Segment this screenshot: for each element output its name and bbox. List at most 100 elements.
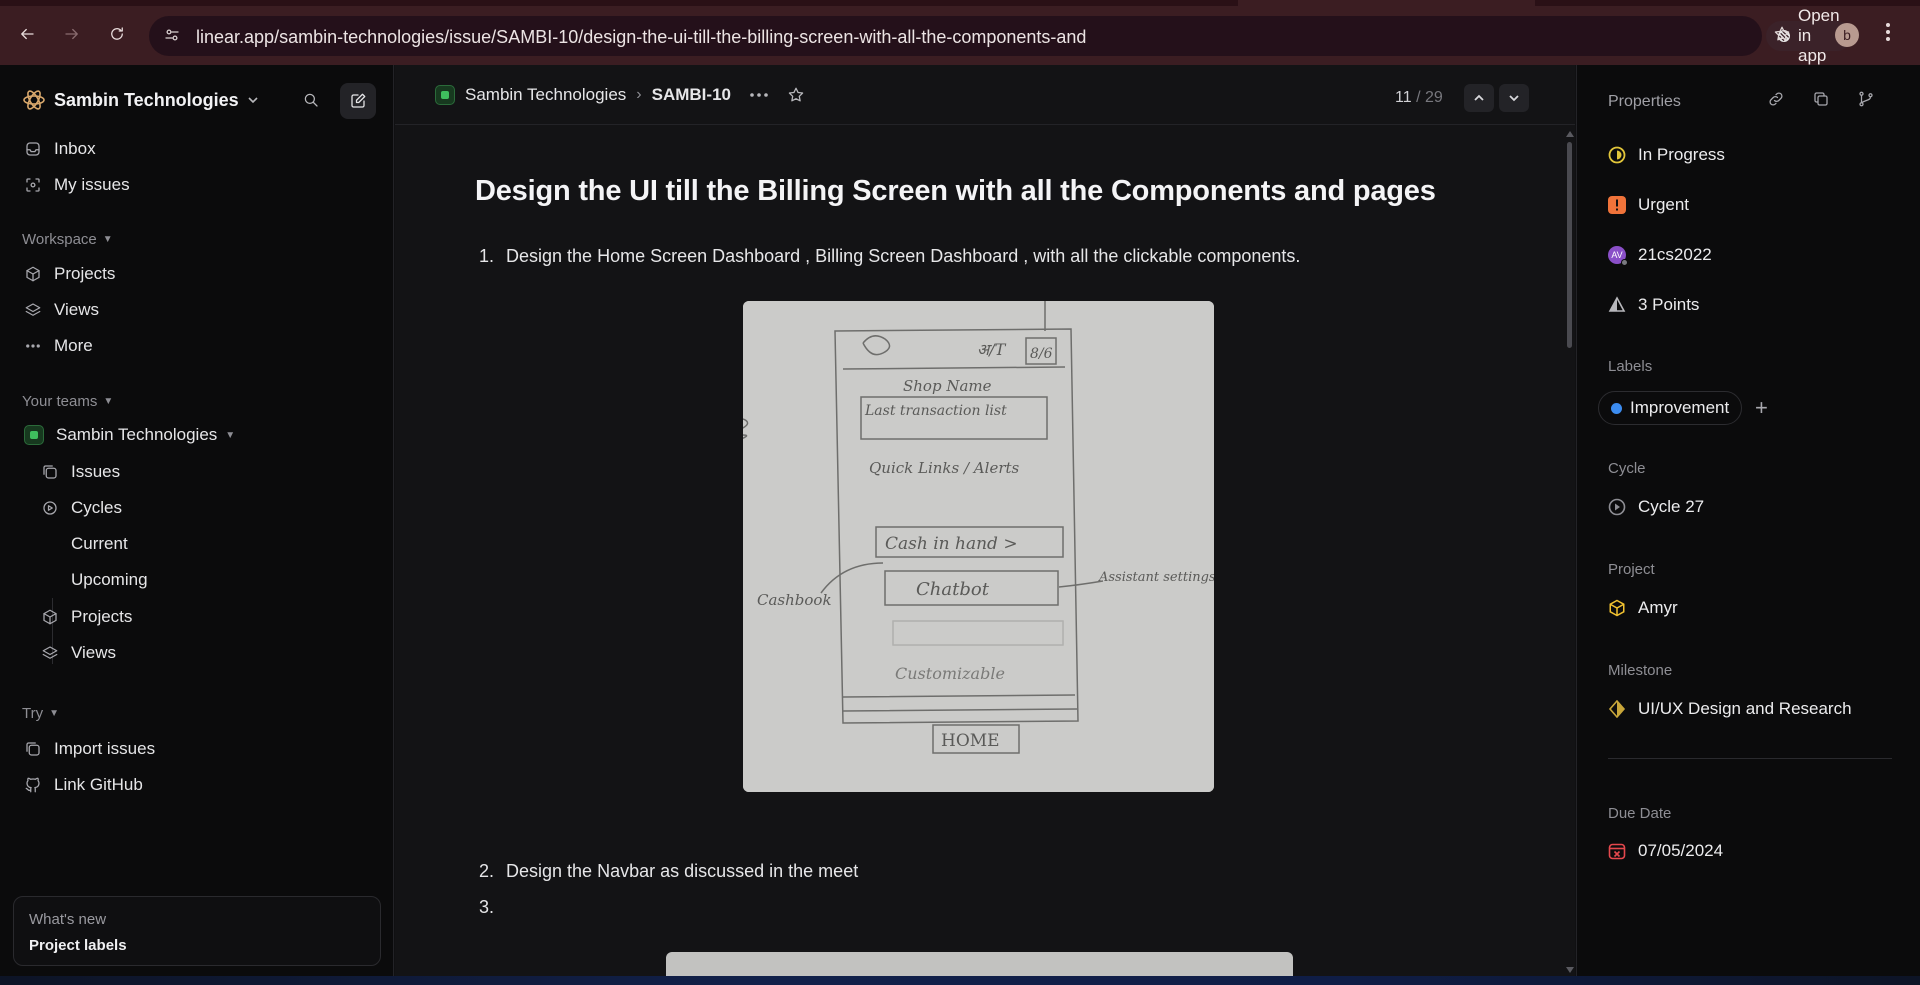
tab-strip-edge: [0, 0, 1238, 6]
list-number: 1.: [479, 246, 495, 266]
sidebar-item-label: Views: [71, 643, 117, 662]
workspace-name: Sambin Technologies: [54, 89, 239, 110]
priority-property[interactable]: Urgent: [1608, 195, 1689, 215]
back-icon[interactable]: [15, 22, 39, 46]
section-label: Try: [22, 705, 44, 722]
bookmark-star-icon[interactable]: [1773, 25, 1791, 43]
forward-icon[interactable]: [60, 22, 84, 46]
project-value: Amyr: [1638, 598, 1678, 617]
address-bar[interactable]: linear.app/sambin-technologies/issue/SAM…: [149, 6, 1852, 65]
search-icon[interactable]: [302, 91, 320, 109]
content-scrollbar[interactable]: [1564, 125, 1575, 976]
browser-menu-icon[interactable]: [1885, 22, 1891, 42]
sidebar-team-sambin[interactable]: Sambin Technologies ▼: [24, 425, 235, 445]
project-cube-icon: [1609, 599, 1625, 617]
sidebar-item-label: My issues: [54, 175, 130, 194]
sidebar: Sambin Technologies Inbox My issues Work…: [0, 65, 394, 976]
sidebar-item-issues[interactable]: Issues: [41, 462, 120, 482]
profile-avatar[interactable]: b: [1835, 23, 1859, 47]
list-number: 2.: [479, 861, 495, 881]
wireframe-sketch-image[interactable]: अ/T 8/6 Shop Name Last transaction list …: [743, 301, 1214, 792]
workspace-section-header[interactable]: Workspace ▼: [22, 231, 113, 248]
properties-header: Properties: [1608, 93, 1681, 110]
assignee-value: 21cs2022: [1638, 245, 1712, 264]
scroll-down-arrow[interactable]: [1566, 967, 1574, 973]
copy-id-icon[interactable]: [1812, 90, 1830, 108]
add-label-icon[interactable]: +: [1755, 395, 1768, 421]
status-property[interactable]: In Progress: [1608, 145, 1725, 165]
sidebar-item-cycles[interactable]: Cycles: [41, 498, 122, 518]
sidebar-item-current-cycle[interactable]: Current: [71, 534, 128, 554]
second-image-preview[interactable]: [666, 952, 1293, 976]
whats-new-card[interactable]: What's new Project labels: [13, 896, 381, 966]
github-icon: [25, 777, 40, 793]
url-text[interactable]: linear.app/sambin-technologies/issue/SAM…: [196, 27, 1086, 48]
more-options-icon[interactable]: [749, 92, 769, 98]
milestone-diamond-icon: [1608, 700, 1626, 718]
assignee-property[interactable]: AV 21cs2022: [1608, 245, 1712, 266]
list-text: Design the Navbar as discussed in the me…: [506, 861, 859, 881]
issue-header: Sambin Technologies › SAMBI-10 11 / 29: [395, 65, 1575, 125]
sidebar-item-label: Upcoming: [71, 570, 148, 589]
project-heading: Project: [1608, 561, 1655, 578]
sidebar-item-views[interactable]: Views: [24, 300, 99, 320]
new-issue-button[interactable]: [340, 83, 376, 119]
sidebar-item-label: Projects: [71, 607, 133, 626]
milestone-value: UI/UX Design and Research: [1638, 699, 1852, 718]
sidebar-item-my-issues[interactable]: My issues: [24, 175, 130, 195]
priority-value: Urgent: [1638, 195, 1690, 214]
label-color-dot: [1611, 402, 1622, 414]
sidebar-item-label: Inbox: [54, 139, 96, 158]
sidebar-item-label: Issues: [71, 462, 121, 481]
assignee-initials: AV: [1611, 250, 1623, 260]
description-list-item[interactable]: 1. Design the Home Screen Dashboard , Bi…: [479, 246, 1300, 267]
git-branch-icon[interactable]: [1857, 90, 1875, 108]
properties-panel: Properties In Progress Urgent AV 21cs202…: [1576, 65, 1920, 976]
caret-down-icon: ▼: [225, 429, 236, 441]
more-dots-icon: [26, 344, 40, 348]
sidebar-item-upcoming-cycle[interactable]: Upcoming: [71, 570, 148, 590]
section-label: Your teams: [22, 393, 98, 410]
description-list-item[interactable]: 2. Design the Navbar as discussed in the…: [479, 861, 858, 882]
teams-section-header[interactable]: Your teams ▼: [22, 393, 113, 410]
sketch-quick-links: Quick Links / Alerts: [869, 459, 1020, 477]
labels-heading: Labels: [1608, 358, 1653, 375]
description-list-item[interactable]: 3.: [479, 897, 506, 918]
due-date-property[interactable]: 07/05/2024: [1608, 841, 1723, 861]
favorite-star-icon[interactable]: [787, 86, 805, 104]
previous-issue-button[interactable]: [1464, 84, 1494, 112]
inbox-icon: [26, 142, 40, 156]
try-section-header[interactable]: Try ▼: [22, 705, 59, 722]
scrollbar-thumb[interactable]: [1567, 142, 1572, 348]
sidebar-item-team-projects[interactable]: Projects: [41, 607, 132, 627]
reload-icon[interactable]: [105, 22, 129, 46]
cycle-property[interactable]: Cycle 27: [1608, 497, 1704, 517]
site-settings-icon[interactable]: [163, 26, 181, 44]
sidebar-item-more[interactable]: More: [24, 336, 93, 356]
cube-icon: [26, 266, 40, 282]
copy-link-icon[interactable]: [1767, 90, 1785, 108]
breadcrumb-issue-id[interactable]: SAMBI-10: [652, 85, 731, 105]
sidebar-item-import-issues[interactable]: Import issues: [24, 739, 155, 759]
chevron-down-icon: [247, 94, 259, 106]
cube-icon: [43, 609, 57, 625]
milestone-property[interactable]: UI/UX Design and Research: [1608, 699, 1852, 719]
breadcrumb: Sambin Technologies › SAMBI-10: [435, 85, 805, 105]
cycle-value: Cycle 27: [1638, 497, 1705, 516]
issue-title[interactable]: Design the UI till the Billing Screen wi…: [475, 175, 1436, 208]
workspace-switcher[interactable]: Sambin Technologies: [22, 88, 259, 112]
project-property[interactable]: Amyr: [1608, 598, 1678, 618]
label-chip-improvement[interactable]: Improvement: [1598, 391, 1743, 425]
breadcrumb-team[interactable]: Sambin Technologies: [465, 85, 626, 105]
due-date-heading: Due Date: [1608, 805, 1672, 822]
next-issue-button[interactable]: [1499, 84, 1529, 112]
sidebar-item-inbox[interactable]: Inbox: [24, 139, 96, 159]
open-in-app-label: Open in app: [1798, 6, 1840, 65]
sidebar-item-link-github[interactable]: Link GitHub: [24, 775, 143, 795]
sidebar-item-team-views[interactable]: Views: [41, 643, 116, 663]
sketch-cashbook: Cashbook: [757, 591, 832, 609]
caret-down-icon: ▼: [49, 708, 60, 719]
sidebar-item-projects[interactable]: Projects: [24, 264, 115, 284]
estimate-property[interactable]: 3 Points: [1608, 295, 1699, 315]
scroll-up-arrow[interactable]: [1566, 131, 1574, 137]
